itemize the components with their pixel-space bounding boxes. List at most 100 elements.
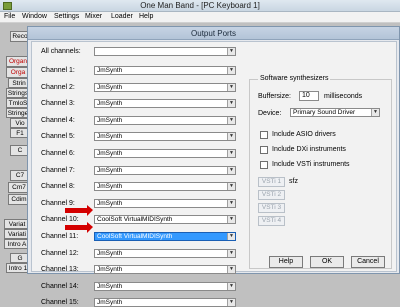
channel-value: JmSynth [97,67,123,74]
chevron-down-icon: ▼ [227,67,235,74]
channel-label: Channel 6: [41,150,75,157]
cancel-button[interactable]: Cancel [351,256,385,268]
device-label: Device: [258,110,282,117]
chevron-down-icon: ▼ [227,200,235,207]
vsti-2-button[interactable]: VSTi 2 [258,190,285,200]
channel-label: Channel 11: [41,233,79,240]
chevron-down-icon: ▼ [227,299,235,306]
channel-14-select[interactable]: JmSynth ▼ [94,282,236,291]
main-window-title: One Man Band - [PC Keyboard 1] [140,1,260,10]
channel-8-select[interactable]: JmSynth ▼ [94,182,236,191]
chevron-down-icon: ▼ [371,109,379,116]
vsti-3-button[interactable]: VSTi 3 [258,203,285,213]
channel-label: Channel 4: [41,117,75,124]
main-titlebar: One Man Band - [PC Keyboard 1] [0,0,400,12]
buffersize-unit: milliseconds [324,93,363,100]
buffersize-label: Buffersize: [258,93,291,100]
chevron-down-icon: ▼ [227,283,235,290]
channel-value: JmSynth [97,150,123,157]
channel-label: Channel 13: [41,266,79,273]
channel-13-select[interactable]: JmSynth ▼ [94,265,236,274]
menu-help[interactable]: Help [139,13,153,20]
channel-label: Channel 9: [41,200,75,207]
include-asio-checkbox[interactable] [260,131,268,139]
vsti-4-button[interactable]: VSTi 4 [258,216,285,226]
channel-7-select[interactable]: JmSynth ▼ [94,166,236,175]
include-asio-label: Include ASIO drivers [272,131,336,138]
channel-value: JmSynth [97,183,123,190]
red-arrow-annotation [65,205,93,216]
chevron-down-icon: ▼ [227,167,235,174]
menu-loader[interactable]: Loader [111,13,133,20]
channel-value: JmSynth [97,84,123,91]
channel-15-select[interactable]: JmSynth ▼ [94,298,236,307]
all-channels-label: All channels: [41,48,81,55]
channel-label: Channel 3: [41,100,75,107]
channel-value: JmSynth [97,167,123,174]
channel-4-select[interactable]: JmSynth ▼ [94,116,236,125]
channel-value: JmSynth [97,250,123,257]
channel-value: JmSynth [97,283,123,290]
ok-button[interactable]: OK [310,256,344,268]
dialog-body: All channels: ▼ Software synthesizers Bu… [31,41,397,307]
output-ports-dialog: Output Ports All channels: ▼ Software sy… [27,26,400,307]
main-menubar: File Window Settings Mixer Loader Help [0,12,400,23]
channel-label: Channel 2: [41,84,75,91]
channel-3-select[interactable]: JmSynth ▼ [94,99,236,108]
include-vsti-label: Include VSTi instruments [272,161,350,168]
menu-file[interactable]: File [4,13,15,20]
channel-11-select[interactable]: CoolSoft VirtualMIDISynth ▼ [94,232,236,241]
channel-10-select[interactable]: CoolSoft VirtualMIDISynth ▼ [94,215,236,224]
menu-mixer[interactable]: Mixer [85,13,102,20]
help-button[interactable]: Help [269,256,303,268]
channel-label: Channel 1: [41,67,75,74]
chevron-down-icon: ▼ [227,250,235,257]
dialog-title: Output Ports [191,29,236,38]
channel-label: Channel 7: [41,167,75,174]
chevron-down-icon: ▼ [227,233,235,240]
include-vsti-checkbox[interactable] [260,161,268,169]
chevron-down-icon: ▼ [227,216,235,223]
channel-5-select[interactable]: JmSynth ▼ [94,132,236,141]
chevron-down-icon: ▼ [227,133,235,140]
channel-2-select[interactable]: JmSynth ▼ [94,83,236,92]
chevron-down-icon: ▼ [227,150,235,157]
chevron-down-icon: ▼ [227,266,235,273]
include-dxi-label: Include DXi instruments [272,146,346,153]
menu-settings[interactable]: Settings [54,13,79,20]
menu-window[interactable]: Window [22,13,47,20]
channel-value: CoolSoft VirtualMIDISynth [97,233,173,240]
channel-1-select[interactable]: JmSynth ▼ [94,66,236,75]
vsti-1-button[interactable]: VSTi 1 [258,177,285,187]
include-dxi-checkbox[interactable] [260,146,268,154]
channel-12-select[interactable]: JmSynth ▼ [94,249,236,258]
red-arrow-annotation [65,222,93,233]
channel-value: JmSynth [97,299,123,306]
chevron-down-icon: ▼ [227,84,235,91]
dialog-titlebar[interactable]: Output Ports [28,27,399,40]
device-select[interactable]: Primary Sound Driver ▼ [290,108,380,117]
chevron-down-icon: ▼ [227,117,235,124]
channel-value: JmSynth [97,266,123,273]
channel-value: JmSynth [97,133,123,140]
software-synth-group-title: Software synthesizers [258,75,331,82]
channel-value: JmSynth [97,200,123,207]
buffersize-input[interactable]: 10 [299,91,319,101]
device-value: Primary Sound Driver [293,109,356,116]
channel-label: Channel 15: [41,299,79,306]
channel-value: JmSynth [97,100,123,107]
channel-label: Channel 12: [41,250,79,257]
channel-label: Channel 5: [41,133,75,140]
chevron-down-icon: ▼ [227,48,235,55]
chevron-down-icon: ▼ [227,183,235,190]
channel-label: Channel 8: [41,183,75,190]
all-channels-select[interactable]: ▼ [94,47,236,56]
channel-label: Channel 14: [41,283,79,290]
channel-value: CoolSoft VirtualMIDISynth [97,216,173,223]
channel-9-select[interactable]: JmSynth ▼ [94,199,236,208]
sfz-label: sfz [289,178,298,185]
channel-label: Channel 10: [41,216,79,223]
channel-6-select[interactable]: JmSynth ▼ [94,149,236,158]
channel-value: JmSynth [97,117,123,124]
chevron-down-icon: ▼ [227,100,235,107]
